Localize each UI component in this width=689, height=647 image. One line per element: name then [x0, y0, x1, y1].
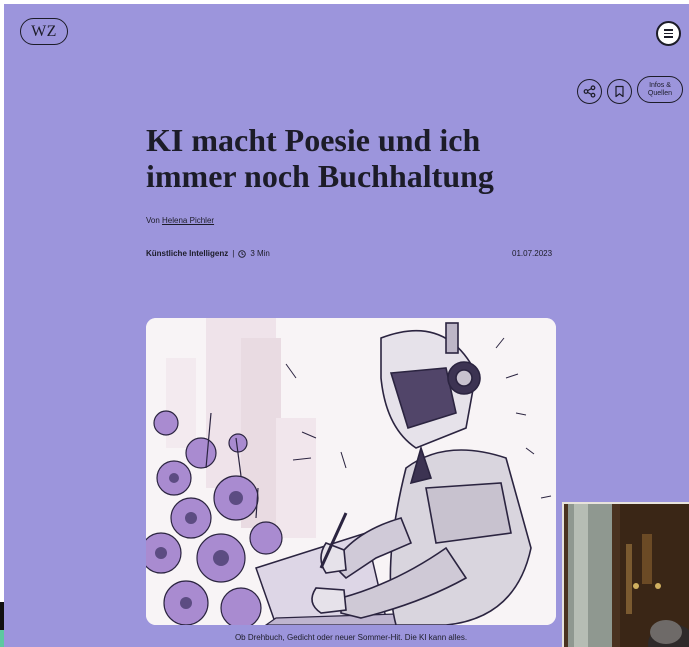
logo-text: WZ: [31, 22, 57, 40]
bookmark-button[interactable]: [607, 79, 632, 104]
share-button[interactable]: [577, 79, 602, 104]
video-overlay[interactable]: [562, 502, 689, 647]
category-link[interactable]: Künstliche Intelligenz: [146, 249, 228, 258]
menu-button[interactable]: [656, 21, 681, 46]
publish-date: 01.07.2023: [512, 249, 553, 258]
video-frame: [564, 504, 689, 647]
hero-image: [146, 318, 556, 625]
infos-quellen-button[interactable]: Infos & Quellen: [637, 76, 683, 103]
site-logo[interactable]: WZ: [20, 18, 68, 45]
hamburger-icon: [664, 29, 673, 31]
article-meta: Künstliche Intelligenz | 3 Min: [146, 249, 270, 258]
clock-icon: [238, 249, 247, 258]
byline-prefix: Von: [146, 216, 160, 225]
meta-separator: |: [232, 249, 235, 258]
hamburger-icon-line: [664, 36, 673, 38]
read-time: 3 Min: [250, 249, 270, 258]
author-link[interactable]: Helena Pichler: [162, 216, 214, 225]
hamburger-icon-line: [664, 32, 673, 35]
robot-illustration: [146, 318, 556, 625]
share-icon: [583, 85, 596, 98]
byline: Von Helena Pichler: [146, 216, 214, 225]
article-title: KI macht Poesie und ich immer noch Buchh…: [146, 122, 494, 194]
image-caption: Ob Drehbuch, Gedicht oder neuer Sommer-H…: [234, 633, 468, 642]
bookmark-icon: [615, 85, 624, 98]
